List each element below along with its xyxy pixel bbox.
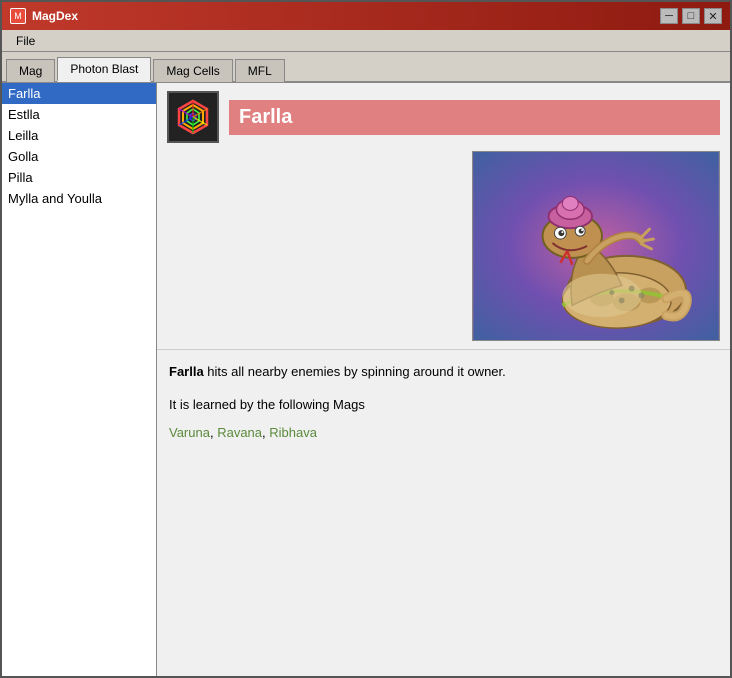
close-button[interactable]: ✕ [704, 8, 722, 24]
app-window: M MagDex ─ □ ✕ File Mag Photon Blast Mag… [0, 0, 732, 678]
sidebar-item-pilla[interactable]: Pilla [2, 167, 156, 188]
file-menu[interactable]: File [8, 32, 43, 50]
pb-name-bar: Farlla [229, 100, 720, 135]
pb-icon-container [167, 91, 219, 143]
sidebar-item-golla[interactable]: Golla [2, 146, 156, 167]
tab-mag-cells[interactable]: Mag Cells [153, 59, 232, 82]
pb-mags-list: Varuna, Ravana, Ribhava [169, 421, 718, 444]
minimize-button[interactable]: ─ [660, 8, 678, 24]
mag-link-ravana[interactable]: Ravana [217, 425, 262, 440]
tab-mfl[interactable]: MFL [235, 59, 285, 82]
content-panel: Farlla [157, 83, 730, 676]
sidebar-item-estlla[interactable]: Estlla [2, 104, 156, 125]
menu-bar: File [2, 30, 730, 52]
pb-mags-intro-line: It is learned by the following Mags [169, 393, 718, 416]
title-bar-left: M MagDex [10, 8, 78, 24]
tab-photon-blast[interactable]: Photon Blast [57, 57, 151, 82]
sidebar-item-farlla[interactable]: Farlla [2, 83, 156, 104]
photon-blast-icon [174, 98, 212, 136]
pb-desc-line1: Farlla hits all nearby enemies by spinni… [169, 360, 718, 383]
pb-image-area [157, 151, 730, 349]
tabs-bar: Mag Photon Blast Mag Cells MFL [2, 52, 730, 83]
tab-mag[interactable]: Mag [6, 59, 55, 82]
app-icon: M [10, 8, 26, 24]
window-title: MagDex [32, 9, 78, 23]
maximize-button[interactable]: □ [682, 8, 700, 24]
sidebar-item-leilla[interactable]: Leilla [2, 125, 156, 146]
title-bar: M MagDex ─ □ ✕ [2, 2, 730, 30]
main-content: Farlla Estlla Leilla Golla Pilla Mylla a… [2, 83, 730, 676]
pb-desc-name: Farlla [169, 364, 204, 379]
pb-mags-intro: It is learned by the following Mags [169, 397, 365, 412]
mag-link-varuna[interactable]: Varuna [169, 425, 210, 440]
creature-svg [473, 152, 719, 340]
sidebar-item-mylla-youlla[interactable]: Mylla and Youlla [2, 188, 156, 209]
mag-link-ribhava[interactable]: Ribhava [269, 425, 317, 440]
sidebar: Farlla Estlla Leilla Golla Pilla Mylla a… [2, 83, 157, 676]
pb-desc-text: hits all nearby enemies by spinning arou… [204, 364, 506, 379]
pb-description: Farlla hits all nearby enemies by spinni… [157, 349, 730, 454]
pb-creature-image [472, 151, 720, 341]
pb-header: Farlla [157, 83, 730, 151]
title-controls: ─ □ ✕ [660, 8, 722, 24]
pb-name: Farlla [239, 106, 292, 128]
